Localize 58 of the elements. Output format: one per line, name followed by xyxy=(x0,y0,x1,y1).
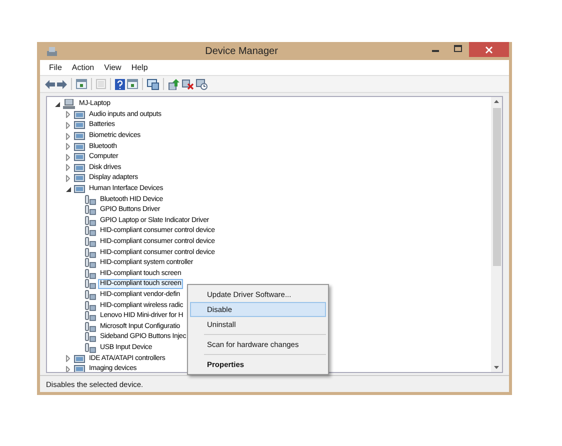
window-title: Device Manager xyxy=(204,46,279,56)
input-device-icon xyxy=(85,290,96,300)
device-category-icon xyxy=(74,354,85,364)
monitor-icon[interactable] xyxy=(147,78,159,90)
collapse-icon[interactable] xyxy=(54,102,60,107)
scrollbar[interactable] xyxy=(491,97,502,372)
device-category-icon xyxy=(74,120,85,130)
input-device-icon xyxy=(85,322,96,332)
input-device-icon xyxy=(85,268,96,279)
input-device-icon xyxy=(85,194,96,205)
input-device-icon xyxy=(85,279,96,290)
expand-icon[interactable] xyxy=(66,164,70,172)
expand-icon[interactable] xyxy=(66,174,70,182)
expand-icon[interactable] xyxy=(66,143,70,150)
input-device-icon xyxy=(85,300,96,311)
expand-icon[interactable] xyxy=(66,154,70,161)
scan-icon[interactable] xyxy=(196,78,208,90)
menu-item[interactable]: Action xyxy=(66,63,100,72)
back-arrow-icon[interactable] xyxy=(45,80,55,88)
update-icon[interactable] xyxy=(168,78,180,90)
collapse-icon[interactable] xyxy=(66,186,70,192)
scroll-down-icon[interactable] xyxy=(494,366,499,369)
window-icon[interactable] xyxy=(127,79,138,89)
device-category-icon xyxy=(74,184,85,194)
expand-icon[interactable] xyxy=(66,111,70,118)
input-device-icon xyxy=(85,248,96,258)
input-device-icon xyxy=(85,226,96,236)
expand-icon[interactable] xyxy=(66,355,70,362)
app-icon xyxy=(46,46,58,56)
input-device-icon xyxy=(85,216,96,226)
close-icon xyxy=(485,46,493,54)
scroll-up-icon[interactable] xyxy=(494,100,499,103)
expand-icon[interactable] xyxy=(66,366,70,372)
scrollbar-thumb[interactable] xyxy=(492,108,500,266)
device-category-icon xyxy=(74,110,85,120)
menu-item[interactable]: File xyxy=(44,63,67,72)
device-category-icon xyxy=(74,173,85,184)
device-category-icon xyxy=(74,152,85,162)
maximize-icon xyxy=(454,45,462,53)
help-icon[interactable] xyxy=(115,78,125,90)
computer-icon xyxy=(63,99,75,110)
device-category-icon xyxy=(74,162,85,173)
menu-item[interactable]: Help xyxy=(126,63,153,72)
window-icon[interactable] xyxy=(76,79,87,89)
remove-icon[interactable] xyxy=(182,78,194,90)
input-device-icon xyxy=(85,205,96,216)
input-device-icon xyxy=(85,311,96,322)
input-device-icon xyxy=(85,237,96,248)
device-category-icon xyxy=(74,131,85,142)
expand-icon[interactable] xyxy=(66,122,70,129)
forward-arrow-icon[interactable] xyxy=(57,80,67,88)
expand-icon[interactable] xyxy=(66,132,70,140)
device-category-icon xyxy=(74,142,85,152)
input-device-icon xyxy=(85,258,96,268)
input-device-icon xyxy=(85,342,96,353)
input-device-icon xyxy=(85,332,96,342)
close-button[interactable] xyxy=(469,42,509,57)
menu-item[interactable]: View xyxy=(99,63,126,72)
